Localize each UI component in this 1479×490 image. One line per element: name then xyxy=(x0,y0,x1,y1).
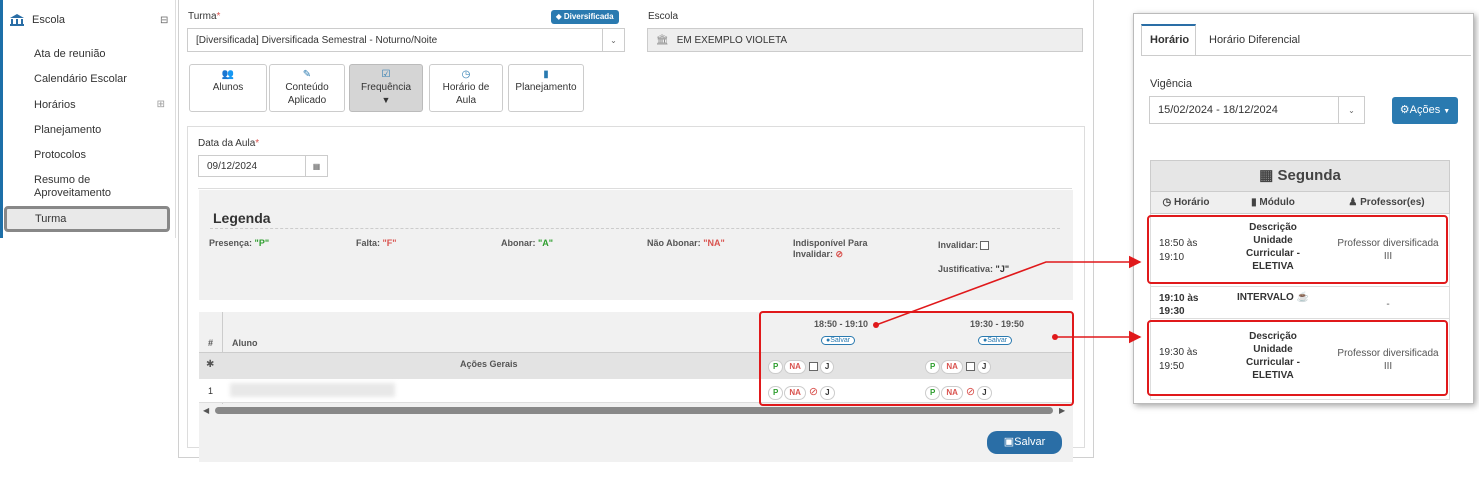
row2-time: 19:10 às 19:30 xyxy=(1159,293,1199,317)
scroll-right-icon[interactable]: ▶ xyxy=(1059,406,1065,415)
vigencia-select[interactable]: 15/02/2024 - 18/12/2024 ⌄ xyxy=(1149,96,1365,124)
row2-professor: - xyxy=(1386,299,1390,310)
horizontal-scrollbar[interactable] xyxy=(215,407,1053,414)
row2-module: INTERVALO ☕ xyxy=(1236,292,1310,303)
data-aula-input[interactable]: 09/12/2024 ▦ xyxy=(198,155,328,177)
tab-horario-label: Horário xyxy=(1150,34,1190,46)
chevron-down-icon[interactable]: ⌄ xyxy=(602,29,624,51)
tab-horario-aula[interactable]: ◷ Horário de Aula xyxy=(429,64,503,112)
caret-down-icon: ▼ xyxy=(381,95,391,105)
sidebar-item-planejamento[interactable]: Planejamento xyxy=(34,124,101,136)
users-icon: 👥 xyxy=(221,69,235,80)
col-modulo: ▮ Módulo xyxy=(1251,197,1295,208)
acoes-button[interactable]: ⚙Ações ▼ xyxy=(1392,97,1458,124)
tab-divider xyxy=(1141,55,1471,56)
gear-icon[interactable]: ✱ xyxy=(206,359,214,370)
clock-icon: ◷ xyxy=(461,69,471,80)
data-aula-value: 09/12/2024 xyxy=(207,160,258,172)
book-icon: ▮ xyxy=(543,69,549,80)
calendar-icon[interactable]: ▦ xyxy=(305,156,327,176)
tab-frequencia[interactable]: ☑ Frequência ▼ xyxy=(349,64,423,112)
divider xyxy=(198,188,1072,189)
collapse-icon[interactable]: ⊟ xyxy=(160,15,170,26)
sidebar-item-ata[interactable]: Ata de reunião xyxy=(34,48,106,60)
highlight-slots xyxy=(759,311,1074,406)
sidebar-edge xyxy=(0,0,3,238)
gears-icon: ⚙ xyxy=(1399,104,1410,116)
checkbox-icon xyxy=(980,241,990,251)
highlight-row1 xyxy=(1147,215,1448,284)
floppy-icon: ▣ xyxy=(1003,436,1015,448)
turma-label: Turma* xyxy=(188,11,221,22)
row-sep xyxy=(1150,286,1450,287)
tab-alunos[interactable]: 👥 Alunos xyxy=(189,64,267,112)
col-num-header: # xyxy=(208,338,214,348)
data-aula-label: Data da Aula* xyxy=(198,138,260,149)
legend-presenca: Presença: "P" xyxy=(209,238,270,248)
scroll-left-icon[interactable]: ◀ xyxy=(203,406,209,415)
row-sep xyxy=(1150,318,1450,319)
coffee-icon: ☕ xyxy=(1296,292,1310,303)
tab-horario-label1: Horário de xyxy=(442,82,490,93)
bank-icon xyxy=(10,14,24,26)
vigencia-value: 15/02/2024 - 18/12/2024 xyxy=(1158,104,1278,116)
tab-frequencia-label: Frequência xyxy=(360,82,412,93)
legend-invalidar: Invalidar: xyxy=(938,240,991,251)
checkbox-icon: ☑ xyxy=(381,69,391,80)
legend-divider xyxy=(210,228,1060,229)
turma-select[interactable]: [Diversificada] Diversificada Semestral … xyxy=(187,28,625,52)
col-aluno-header: Aluno xyxy=(232,338,258,348)
col-horario: ◷ Horário xyxy=(1162,197,1210,208)
escola-field: 🏛 EM EXEMPLO VIOLETA xyxy=(647,28,1083,52)
row-number: 1 xyxy=(208,386,214,396)
tab-conteudo-label1: Conteúdo xyxy=(285,82,329,93)
bank-icon: 🏛 xyxy=(656,34,669,46)
legend-indisponivel: Indisponível Para Invalidar: ⊘ xyxy=(793,238,868,259)
escola-value: EM EXEMPLO VIOLETA xyxy=(676,34,788,46)
sidebar-item-turma[interactable]: Turma xyxy=(4,206,170,232)
expand-icon[interactable]: ⊞ xyxy=(157,99,165,110)
tab-conteudo[interactable]: ✎ Conteúdo Aplicado xyxy=(269,64,345,112)
legend-abonar: Abonar: "A" xyxy=(501,238,554,248)
tab-horario-diferencial[interactable]: Horário Diferencial xyxy=(1209,34,1300,46)
sidebar-section-label: Escola xyxy=(32,14,66,26)
tab-planejamento-label: Planejamento xyxy=(515,82,577,93)
calendar-icon: ▦ xyxy=(1259,167,1274,184)
chevron-down-icon[interactable]: ⌄ xyxy=(1338,97,1364,123)
wand-icon: ✎ xyxy=(302,69,312,80)
sidebar-item-turma-label: Turma xyxy=(35,213,67,225)
sidebar-item-calendario[interactable]: Calendário Escolar xyxy=(34,73,127,85)
diversificada-badge: ⬥ Diversificada xyxy=(551,10,619,24)
student-name-blurred xyxy=(230,383,395,397)
sidebar-item-protocolos[interactable]: Protocolos xyxy=(34,149,86,161)
tab-alunos-label: Alunos xyxy=(212,82,244,93)
col-professor: ♟ Professor(es) xyxy=(1348,197,1425,208)
sidebar: Escola ⊟ Ata de reunião Calendário Escol… xyxy=(0,0,176,238)
vigencia-label: Vigência xyxy=(1150,78,1192,90)
save-button[interactable]: ▣Salvar xyxy=(987,431,1062,454)
legend-nao-abonar: Não Abonar: "NA" xyxy=(647,238,725,248)
tab-conteudo-label2: Aplicado xyxy=(287,95,327,106)
tab-planejamento[interactable]: ▮ Planejamento xyxy=(508,64,584,112)
sidebar-item-resumo[interactable]: Resumo de Aproveitamento xyxy=(34,174,124,200)
legend-justificativa: Justificativa: "J" xyxy=(938,264,1010,274)
highlight-row3 xyxy=(1147,320,1448,396)
legend-falta: Falta: "F" xyxy=(356,238,397,248)
day-label: ▦ Segunda xyxy=(1259,167,1341,184)
sidebar-item-horarios[interactable]: Horários xyxy=(34,99,164,111)
block-icon: ⊘ xyxy=(835,249,844,259)
escola-label: Escola xyxy=(648,11,679,22)
tab-horario-label2: Aula xyxy=(455,95,476,106)
acoes-gerais-label: Ações Gerais xyxy=(460,359,518,369)
sidebar-section-escola[interactable]: Escola ⊟ xyxy=(10,12,170,28)
caret-down-icon: ▼ xyxy=(1443,108,1451,115)
legend-title: Legenda xyxy=(213,210,271,226)
turma-select-value: [Diversificada] Diversificada Semestral … xyxy=(196,34,438,46)
